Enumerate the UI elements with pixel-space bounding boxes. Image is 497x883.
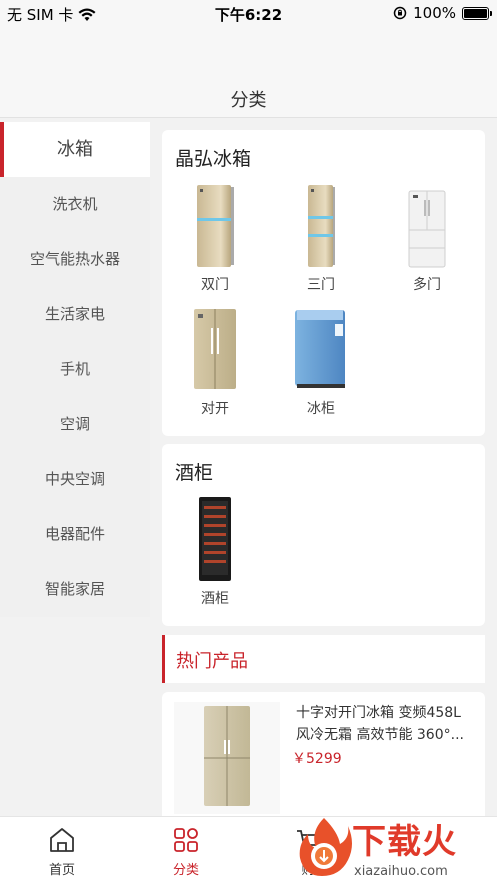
freezer-image <box>295 310 345 388</box>
sidebar-item-label: 空气能热水器 <box>29 250 120 268</box>
subcategory-triple-door[interactable]: 三门 <box>268 178 374 302</box>
product-card[interactable]: 十字对开门冰箱 变频458L 风冷无霜 高效节能 360°... ￥5299 <box>162 692 485 822</box>
navigation-bar: 分类 <box>0 26 497 118</box>
product-image <box>174 702 280 814</box>
orientation-lock-icon <box>393 6 407 20</box>
home-icon <box>50 828 74 852</box>
subcategory-label: 双门 <box>201 277 229 293</box>
section-card-wine-cabinet: 酒柜 酒柜 <box>162 444 485 626</box>
watermark: 下载火 xiazaihuo.com <box>290 812 497 883</box>
subcategory-label: 三门 <box>307 277 335 293</box>
status-right: 100% <box>393 4 492 22</box>
sidebar-item-label: 手机 <box>59 360 90 378</box>
fridge-image <box>308 185 335 267</box>
sidebar-item-label: 智能家居 <box>44 580 105 598</box>
tab-category[interactable]: 分类 <box>146 825 226 878</box>
subcategory-double-door[interactable]: 双门 <box>162 178 268 302</box>
flame-logo-icon <box>299 818 352 876</box>
tab-home[interactable]: 首页 <box>22 825 102 878</box>
sidebar-item-air-conditioner[interactable]: 空调 <box>0 397 150 452</box>
sidebar-item-accessories[interactable]: 电器配件 <box>0 507 150 562</box>
battery-icon <box>462 6 492 20</box>
sidebar-item-label: 中央空调 <box>44 470 105 488</box>
section-title: 晶弘冰箱 <box>175 148 252 170</box>
subcategory-label: 冰柜 <box>307 401 335 417</box>
tab-label: 首页 <box>48 863 75 878</box>
fridge-image <box>194 309 236 389</box>
fridge-image <box>408 190 446 268</box>
sidebar-item-phone[interactable]: 手机 <box>0 342 150 397</box>
category-sidebar: 冰箱 洗衣机 空气能热水器 生活家电 手机 空调 中央空调 电器配件 智能家居 <box>0 122 150 617</box>
product-price: ￥5299 <box>292 751 342 767</box>
sidebar-item-label: 洗衣机 <box>52 195 98 213</box>
page-title: 分类 <box>230 90 267 111</box>
hot-products-header: 热门产品 <box>162 635 485 683</box>
sidebar-item-washer[interactable]: 洗衣机 <box>0 177 150 232</box>
sidebar-item-smart-home[interactable]: 智能家居 <box>0 562 150 617</box>
fridge-image <box>197 185 234 267</box>
category-content: 晶弘冰箱 双门 三门 多门 对开 冰柜 酒柜 酒柜 热门产品 十字对开门冰箱 变… <box>162 122 485 851</box>
product-name: 十字对开门冰箱 变频458L 风冷无霜 高效节能 360°... <box>296 705 464 743</box>
battery-percent: 100% <box>413 4 456 22</box>
sidebar-item-label: 电器配件 <box>44 525 105 543</box>
sidebar-item-label: 生活家电 <box>44 305 105 323</box>
sidebar-item-central-ac[interactable]: 中央空调 <box>0 452 150 507</box>
watermark-url: xiazaihuo.com <box>354 864 448 879</box>
subcategory-label: 酒柜 <box>201 591 229 607</box>
watermark-text: 下载火 <box>352 822 457 862</box>
hot-products-title: 热门产品 <box>176 651 248 672</box>
section-card-fridge: 晶弘冰箱 双门 三门 多门 对开 冰柜 <box>162 130 485 436</box>
status-bar: 无 SIM 卡 下午6:22 100% <box>0 0 497 26</box>
subcategory-side-by-side[interactable]: 对开 <box>162 302 268 426</box>
subcategory-freezer[interactable]: 冰柜 <box>268 302 374 426</box>
subcategory-label: 多门 <box>413 277 441 293</box>
tab-label: 分类 <box>172 863 199 878</box>
subcategory-multi-door[interactable]: 多门 <box>374 178 480 302</box>
sidebar-item-fridge[interactable]: 冰箱 <box>0 122 150 177</box>
sidebar-item-label: 冰箱 <box>57 139 93 160</box>
category-icon <box>174 828 198 852</box>
sidebar-item-label: 空调 <box>59 415 90 433</box>
sidebar-item-heat-pump-water-heater[interactable]: 空气能热水器 <box>0 232 150 287</box>
subcategory-wine-cabinet[interactable]: 酒柜 <box>162 492 268 616</box>
sidebar-item-home-appliances[interactable]: 生活家电 <box>0 287 150 342</box>
wine-cabinet-image <box>199 497 231 581</box>
subcategory-label: 对开 <box>201 401 229 417</box>
section-title: 酒柜 <box>175 462 214 484</box>
subcategory-grid: 酒柜 <box>162 488 485 626</box>
subcategory-grid: 双门 三门 多门 对开 冰柜 <box>162 174 485 436</box>
